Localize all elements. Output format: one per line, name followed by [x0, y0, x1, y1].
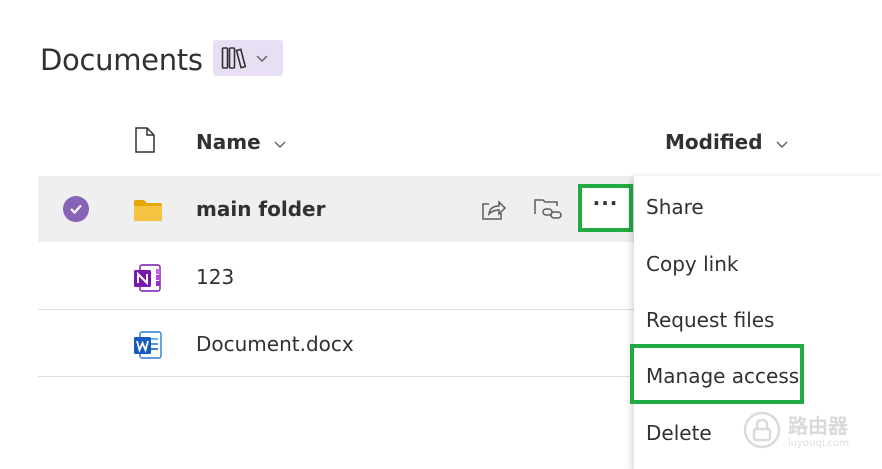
folder-icon [132, 194, 164, 226]
chevron-down-icon [775, 130, 789, 154]
more-icon: ··· [592, 191, 619, 215]
row-name[interactable]: 123 [196, 244, 234, 310]
library-icon [221, 46, 247, 70]
menu-item-share[interactable]: Share [646, 193, 704, 221]
watermark-url: luyouqi.com [788, 437, 850, 449]
chevron-down-icon [255, 53, 269, 63]
page-title: Documents [40, 43, 203, 77]
share-icon[interactable] [479, 196, 507, 222]
watermark: 路由器 luyouqi.com [742, 407, 882, 457]
word-icon [132, 329, 164, 361]
modified-column-header[interactable]: Modified [665, 122, 789, 162]
row-name[interactable]: main folder [196, 176, 325, 242]
row-checkbox[interactable] [63, 196, 89, 222]
name-column-header[interactable]: Name [196, 122, 287, 162]
onenote-icon [132, 262, 164, 294]
menu-item-delete[interactable]: Delete [646, 419, 712, 447]
modified-column-label: Modified [665, 130, 763, 154]
checkmark-icon [69, 200, 83, 219]
menu-item-manage-access[interactable]: Manage access [646, 362, 799, 390]
chevron-down-icon [273, 130, 287, 154]
watermark-text: 路由器 [788, 413, 848, 438]
menu-item-copy-link[interactable]: Copy link [646, 250, 738, 278]
document-icon [134, 126, 156, 159]
file-type-column-header [134, 122, 156, 162]
copy-link-icon[interactable] [533, 196, 562, 222]
router-logo-icon [742, 410, 782, 454]
more-actions-button[interactable]: ··· [578, 184, 633, 232]
view-switcher-button[interactable] [213, 40, 283, 76]
name-column-label: Name [196, 130, 261, 154]
menu-item-request-files[interactable]: Request files [646, 306, 774, 334]
row-name[interactable]: Document.docx [196, 311, 354, 377]
